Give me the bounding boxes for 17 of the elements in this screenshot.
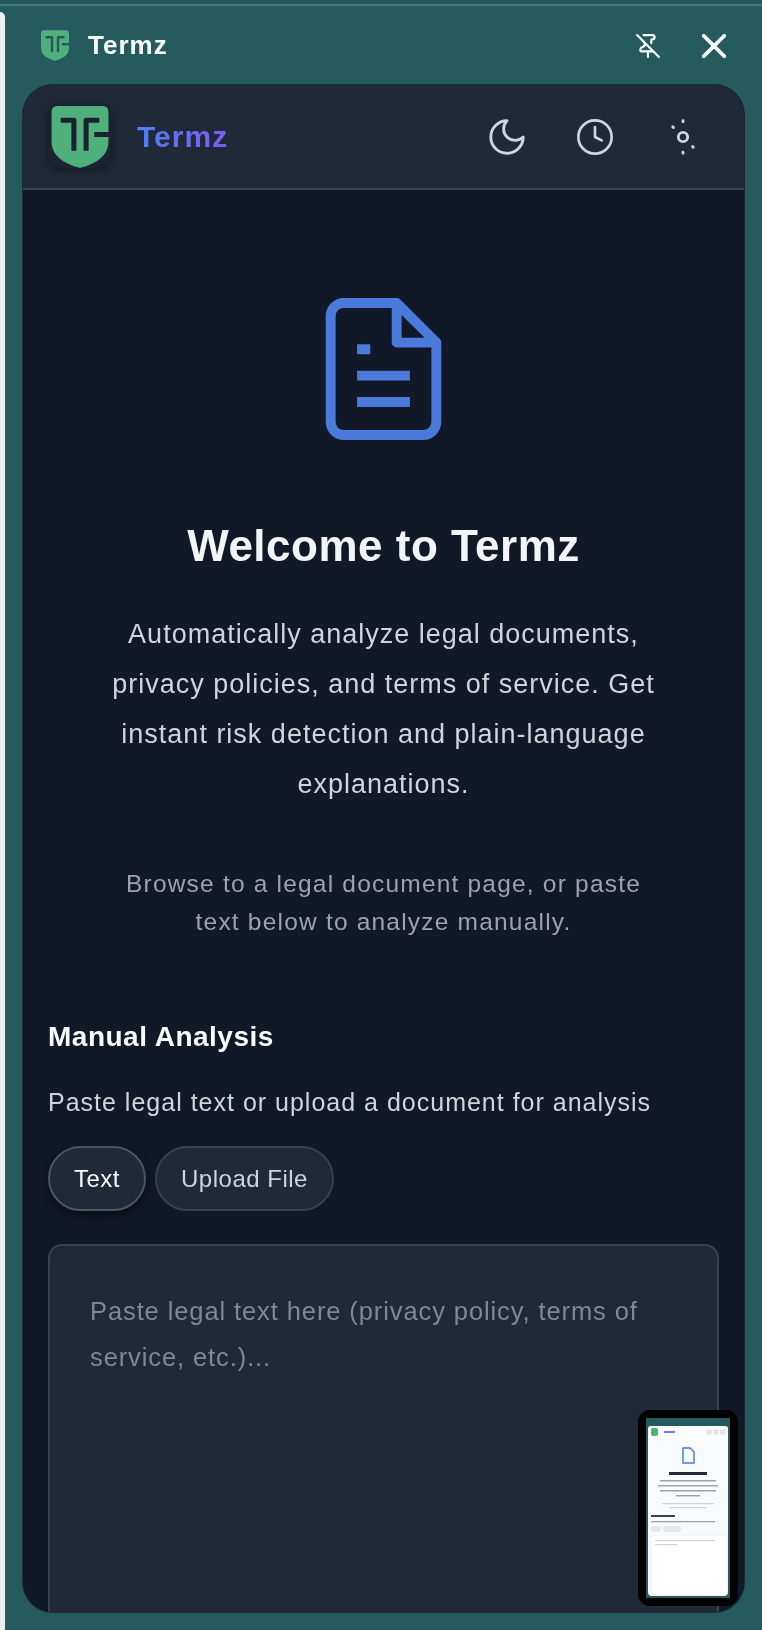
crossed-pin-icon[interactable]	[636, 33, 660, 58]
section-title: Manual Analysis	[48, 1020, 275, 1054]
welcome-title: Welcome to Termz	[187, 521, 580, 571]
mode-tab[interactable]: Text	[48, 1146, 146, 1211]
moon-icon[interactable]	[489, 118, 525, 155]
screenshot-thumbnail-drawing[interactable]	[638, 1410, 738, 1606]
close-icon[interactable]	[702, 33, 726, 58]
document-icon	[325, 298, 442, 440]
window-title: Termz	[88, 30, 168, 61]
section-subtitle: Paste legal text or upload a document for analysis	[48, 1087, 653, 1118]
shield-logo-icon	[41, 30, 69, 61]
app-logo-icon	[48, 105, 111, 168]
mode-tab[interactable]: Upload File	[155, 1146, 334, 1211]
welcome-hint: Browse to a legal document page, or paste text below to analyze manually.	[125, 869, 642, 937]
welcome-description: Automatically analyze legal documents, privacy policies, and terms of service. Get instant risk detection and plain-language explanations.	[111, 618, 656, 801]
legal-text-field[interactable]: Paste legal text here (privacy policy, terms of service, etc.)...	[48, 1244, 719, 1612]
clock-icon[interactable]	[577, 118, 613, 155]
